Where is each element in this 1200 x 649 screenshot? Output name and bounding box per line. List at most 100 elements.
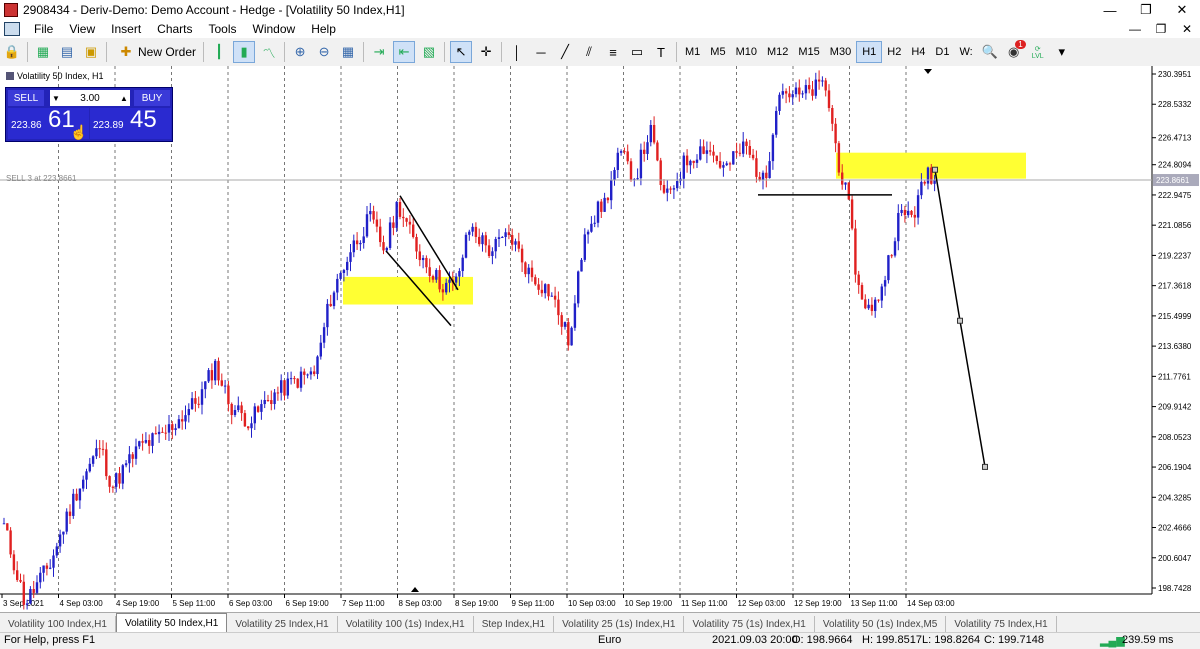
chart-tab[interactable]: Volatility 50 (1s) Index,M5 [815, 616, 947, 633]
menu-dropdown-icon[interactable]: ▾ [1052, 42, 1072, 62]
bullish-candle [527, 267, 530, 275]
horizontal-line-icon[interactable]: ─ [531, 42, 551, 62]
bullish-candle [263, 399, 266, 405]
bullish-candle [299, 371, 303, 388]
menu-help[interactable]: Help [303, 22, 344, 36]
chart-tab[interactable]: Volatility 25 Index,H1 [227, 616, 338, 633]
chart-header: Volatility 50 Index, H1 [6, 71, 104, 81]
maximize-button[interactable]: ❐ [1128, 0, 1164, 20]
bullish-candle [52, 555, 55, 568]
timeframe-h1[interactable]: H1 [856, 41, 883, 63]
bullish-candle [494, 238, 497, 252]
timeframe-d1[interactable]: D1 [930, 42, 954, 62]
bearish-candle [375, 219, 379, 227]
tile-windows-icon[interactable]: ▦ [338, 42, 358, 62]
channel-icon[interactable]: ⫽ [579, 42, 599, 62]
search-icon[interactable]: 🔍 [980, 42, 1000, 62]
bearish-candle [560, 315, 563, 327]
bullish-candle [844, 182, 847, 185]
bearish-candle [243, 413, 247, 427]
menu-file[interactable]: File [26, 22, 61, 36]
line-chart-icon[interactable]: 〽 [259, 42, 279, 62]
indicators-icon[interactable]: ▧ [419, 42, 439, 62]
bearish-candle [540, 289, 544, 294]
menu-tools[interactable]: Tools [201, 22, 245, 36]
close-button[interactable]: ✕ [1164, 0, 1200, 20]
bullish-candle [636, 178, 639, 180]
cursor-icon[interactable]: ↖ [450, 41, 473, 63]
chart-close-button[interactable]: ✕ [1174, 20, 1200, 38]
bearish-candle [355, 240, 359, 245]
minimize-button[interactable]: — [1092, 0, 1128, 20]
bullish-candle [497, 237, 501, 239]
volume-value[interactable]: 3.00 [80, 93, 99, 104]
zoom-out-icon[interactable]: ⊖ [314, 42, 334, 62]
timeframe-w1[interactable]: W: [954, 42, 977, 62]
crosshair-icon[interactable]: ✛ [476, 42, 496, 62]
sell-button[interactable]: SELL [8, 90, 44, 106]
price-chart[interactable]: 3 Sep 2021 4 Sep 03:00 4 Sep 19:00 5 Sep 11… [0, 66, 1200, 612]
chart-shift-icon[interactable]: ⇤ [393, 41, 416, 63]
timeframe-m30[interactable]: M30 [825, 42, 856, 62]
price-tick-label: 221.0856 [1158, 221, 1192, 230]
auto-scroll-icon[interactable]: ⇥ [369, 42, 389, 62]
bullish-candle [781, 91, 784, 95]
level-icon[interactable]: ⟳ LVL [1028, 42, 1048, 62]
bullish-candle [775, 110, 778, 135]
timeframe-m12[interactable]: M12 [762, 42, 793, 62]
timeframe-m15[interactable]: M15 [793, 42, 824, 62]
market-watch-icon[interactable]: ▣ [81, 42, 101, 62]
timeframe-m5[interactable]: M5 [705, 42, 730, 62]
chart-minimize-button[interactable]: — [1122, 20, 1148, 38]
volume-up-icon[interactable]: ▲ [118, 94, 130, 103]
time-tick-label: 6 Sep 03:00 [229, 599, 273, 608]
timeframe-m1[interactable]: M1 [680, 42, 705, 62]
bullish-candle [339, 272, 342, 279]
new-order-button[interactable]: ✚ New Order [110, 42, 200, 62]
bearish-candle [860, 285, 864, 300]
trendline-icon[interactable]: ╱ [555, 42, 575, 62]
zoom-in-icon[interactable]: ⊕ [290, 42, 310, 62]
menu-view[interactable]: View [61, 22, 103, 36]
signal-icon: ▂▄▆ [1100, 635, 1125, 647]
chart-restore-button[interactable]: ❐ [1148, 20, 1174, 38]
chart-area[interactable]: 3 Sep 2021 4 Sep 03:00 4 Sep 19:00 5 Sep 11… [0, 66, 1200, 612]
chart-tab[interactable]: Volatility 25 (1s) Index,H1 [554, 616, 685, 633]
chart-tab[interactable]: Volatility 100 Index,H1 [0, 616, 116, 633]
chart-tab[interactable]: Volatility 75 Index,H1 [946, 616, 1057, 633]
ask-price-button[interactable]: 223.89 45 [90, 106, 171, 139]
bullish-candle [362, 236, 365, 243]
chart-tab[interactable]: Step Index,H1 [474, 616, 555, 633]
volume-down-icon[interactable]: ▼ [50, 94, 62, 103]
chart-tab[interactable]: Volatility 75 (1s) Index,H1 [684, 616, 815, 633]
bearish-candle [227, 385, 230, 404]
bullish-candle [639, 149, 643, 179]
bearish-candle [712, 151, 715, 156]
bullish-candle [200, 389, 204, 405]
bearish-candle [669, 188, 672, 190]
bearish-candle [303, 371, 306, 375]
notifications-icon[interactable]: ◉ 1 [1004, 40, 1026, 62]
menu-insert[interactable]: Insert [103, 22, 149, 36]
bearish-candle [161, 431, 164, 433]
chart-tab-active[interactable]: Volatility 50 Index,H1 [115, 613, 228, 633]
volume-stepper[interactable]: ▼ 3.00 ▲ [50, 90, 130, 106]
new-chart-icon[interactable]: ▦ [33, 42, 53, 62]
chart-tab[interactable]: Volatility 100 (1s) Index,H1 [338, 616, 474, 633]
candlestick-chart-icon[interactable]: ▮ [233, 41, 256, 63]
lock-icon[interactable]: 🔒 [2, 42, 22, 62]
shapes-icon[interactable]: ▭ [627, 42, 647, 62]
timeframe-m10[interactable]: M10 [731, 42, 762, 62]
fibonacci-icon[interactable]: ≡ [603, 42, 623, 62]
timeframe-h4[interactable]: H4 [906, 42, 930, 62]
bar-chart-icon[interactable]: ┃ [209, 42, 229, 62]
menu-window[interactable]: Window [245, 22, 304, 36]
text-icon[interactable]: T [651, 42, 671, 62]
window-controls: — ❐ ✕ [1092, 0, 1200, 20]
vertical-line-icon[interactable]: │ [507, 42, 527, 62]
timeframe-h2[interactable]: H2 [882, 42, 906, 62]
menu-charts[interactable]: Charts [149, 22, 200, 36]
scroll-marker [411, 587, 419, 592]
profiles-icon[interactable]: ▤ [57, 42, 77, 62]
buy-button[interactable]: BUY [134, 90, 170, 106]
